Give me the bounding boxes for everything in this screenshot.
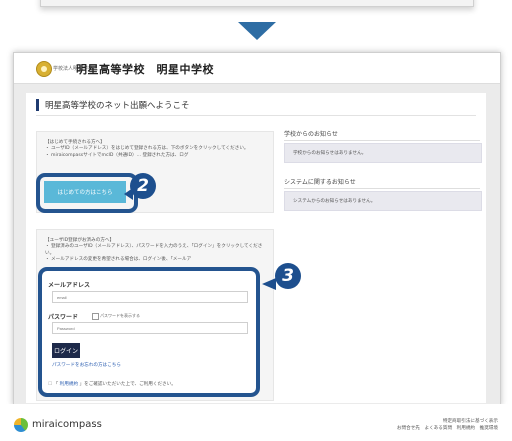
footer-line-1[interactable]: 特定商取引法に基づく表示 — [397, 418, 498, 425]
system-notice-text: システムからのお知らせはありません。 — [293, 199, 376, 204]
title-accent-mark — [36, 99, 39, 111]
first-time-button[interactable]: はじめての方はこちら — [44, 181, 126, 203]
previous-step-card — [40, 0, 474, 7]
email-label: メールアドレス — [48, 282, 91, 289]
show-password-label: パスワードを表示する — [100, 313, 140, 318]
school-name: 明星高等学校 明星中学校 — [76, 63, 214, 76]
login-button[interactable]: ログイン — [52, 343, 80, 358]
highlight-login-form: メールアドレス パスワード パスワードを表示する ログイン パスワードをお忘れの… — [38, 267, 260, 397]
system-notice-heading: システムに関するお知らせ — [284, 177, 480, 189]
password-label: パスワード — [48, 314, 79, 321]
badge-3-pointer — [262, 278, 276, 290]
down-arrow-icon — [238, 22, 276, 40]
show-password-checkbox[interactable] — [92, 313, 99, 320]
terms-link[interactable]: 利用規約 — [60, 382, 78, 387]
terms-suffix: 」をご確認いただいた上で、ご利用ください。 — [79, 382, 176, 387]
registered-bullet-2: ・ メールアドレスの変更を希望される場合は、ログイン後、「メールア — [45, 257, 192, 263]
footer-line-2[interactable]: お問合せ先 よくある質問 利用規約 推奨環境 — [397, 425, 498, 432]
system-notice-box: システムからのお知らせはありません。 — [284, 191, 482, 211]
step-badge-2: 2 — [130, 173, 156, 199]
footer: miraicompass 特定商取引法に基づく表示 お問合せ先 よくある質問 利… — [0, 404, 512, 441]
first-time-text: 【はじめて手続される方へ】 ・ ユーザID（メールアドレス）をはじめて登録される… — [45, 140, 267, 159]
previous-step-edge — [0, 0, 512, 8]
email-field[interactable] — [52, 291, 248, 303]
notices-column: 学校からのお知らせ 学校からのお知らせはありません。 システムに関するお知らせ … — [284, 129, 482, 239]
terms-prefix: 「 — [53, 382, 59, 387]
terms-note: ☐ 「 利用規約 」をご確認いただいた上で、ご利用ください。 — [48, 381, 176, 387]
step-badge-3: 3 — [275, 263, 301, 289]
password-field[interactable] — [52, 322, 248, 334]
site-header: 学校法人明星学苑 明星高等学校 明星中学校 — [14, 53, 500, 84]
school-notice-text: 学校からのお知らせはありません。 — [293, 151, 367, 156]
school-logo — [36, 61, 52, 77]
miraicompass-logo-icon — [14, 418, 28, 432]
registered-bullet-1: ・ 登録済みのユーザID（メールアドレス）、パスワードを入力のうえ、「ログイン」… — [45, 244, 263, 256]
first-time-bullet-2: ・ miraicompassサイトでmcID（共通ID）... 登録された方は、… — [45, 152, 189, 158]
first-time-bullet-1: ・ ユーザID（メールアドレス）をはじめて登録される方は、下のボタンをクリックし… — [45, 146, 249, 152]
welcome-title: 明星高等学校のネット出願へようこそ — [45, 101, 190, 111]
welcome-bar: 明星高等学校のネット出願へようこそ — [36, 95, 476, 116]
forgot-password-link[interactable]: パスワードをお忘れの方はこちら — [52, 362, 121, 368]
registered-text: 【ユーザID登録がお済みの方へ】 ・ 登録済みのユーザID（メールアドレス）、パ… — [45, 238, 267, 264]
miraicompass-logo-text: miraicompass — [32, 419, 102, 430]
school-notice-box: 学校からのお知らせはありません。 — [284, 143, 482, 163]
footer-links: 特定商取引法に基づく表示 お問合せ先 よくある質問 利用規約 推奨環境 — [397, 418, 498, 432]
school-notice-heading: 学校からのお知らせ — [284, 129, 480, 141]
